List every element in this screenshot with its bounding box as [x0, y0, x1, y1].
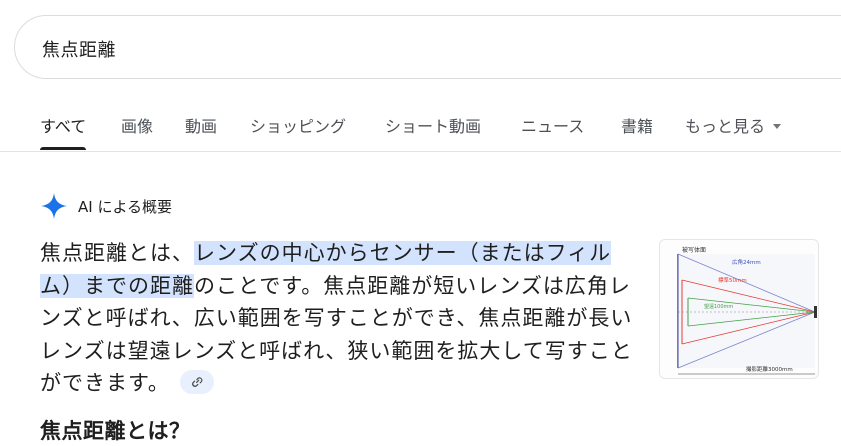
search-box[interactable]: 焦点距離: [14, 15, 841, 79]
search-tabs: すべて 画像 動画 ショッピング ショート動画 ニュース 書籍 もっと見る: [0, 100, 841, 152]
tab-images[interactable]: 画像: [121, 113, 153, 137]
tab-shopping[interactable]: ショッピング: [250, 113, 346, 137]
source-link-button[interactable]: [179, 370, 214, 394]
tab-all[interactable]: すべて: [40, 113, 87, 150]
tab-news[interactable]: ニュース: [521, 113, 584, 137]
text-intro: 焦点距離とは、: [40, 241, 194, 265]
tab-more-label: もっと見る: [685, 117, 766, 136]
tab-short-videos[interactable]: ショート動画: [385, 113, 481, 137]
label-distance: 撮影距離3000mm: [746, 365, 793, 373]
ai-overview-label: AI による概要: [78, 198, 173, 216]
search-input[interactable]: 焦点距離: [42, 36, 116, 62]
tab-more[interactable]: もっと見る: [685, 113, 782, 137]
focal-length-diagram: 被写体面 広角24mm 標準50mm 望遠100mm 撮影距離3000mm: [677, 246, 817, 375]
sparkle-icon: [41, 193, 67, 219]
highlighted-text: レンズの中心からセンサー（またはフィ: [194, 241, 590, 265]
tab-books[interactable]: 書籍: [621, 113, 653, 137]
ai-overview-text: 焦点距離とは、レンズの中心からセンサー（またはフィルム）までの距離のことです。焦…: [40, 237, 640, 400]
label-standard: 標準50mm: [718, 276, 747, 284]
label-tele: 望遠100mm: [704, 303, 733, 310]
chevron-down-icon: [773, 124, 782, 129]
label-subject: 被写体面: [682, 246, 706, 254]
section-heading: 焦点距離とは？: [40, 419, 191, 443]
link-icon: [191, 377, 203, 387]
label-wide: 広角24mm: [732, 258, 761, 266]
tab-videos[interactable]: 動画: [185, 113, 217, 137]
focal-length-diagram-thumbnail[interactable]: 被写体面 広角24mm 標準50mm 望遠100mm 撮影距離3000mm: [659, 239, 819, 379]
